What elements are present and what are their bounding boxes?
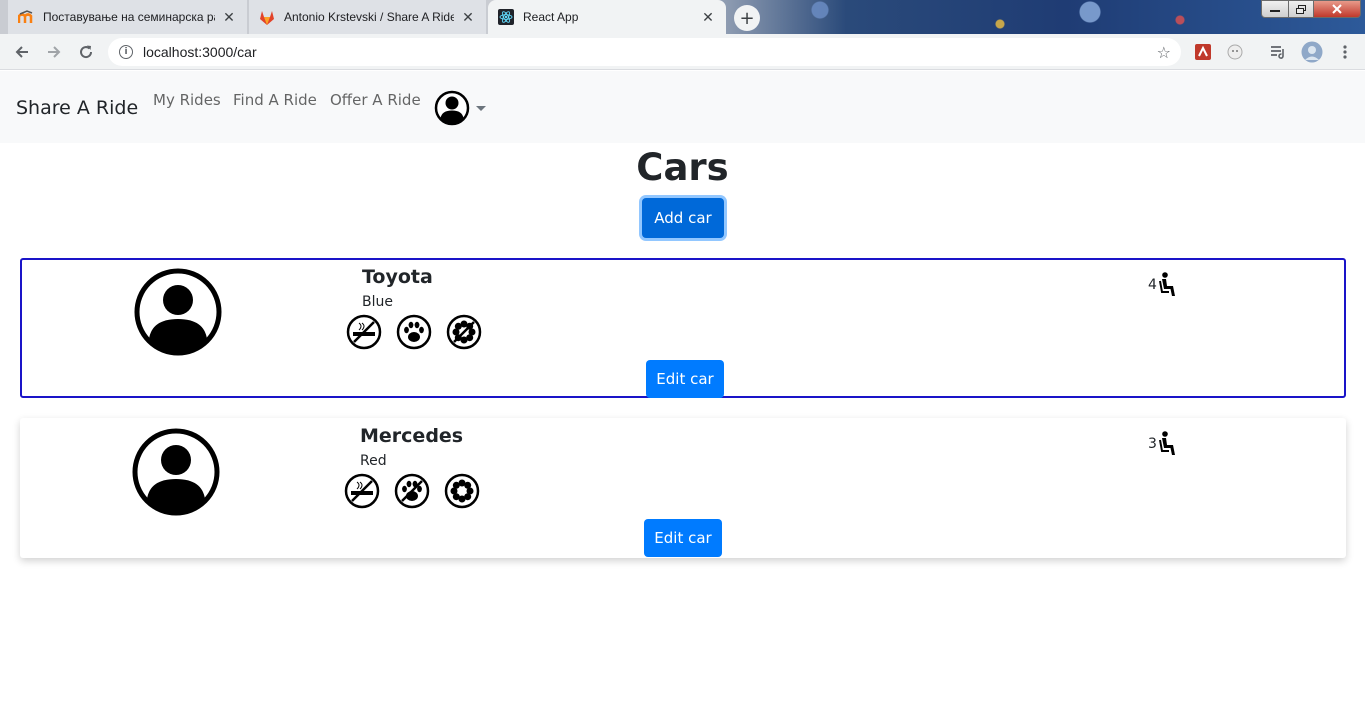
forward-arrow-icon [48, 46, 61, 58]
car-seats: 4 [1148, 272, 1179, 298]
restore-icon [1296, 4, 1306, 14]
close-icon [1332, 4, 1342, 14]
back-button[interactable] [12, 42, 32, 62]
car-name: Mercedes [360, 425, 464, 447]
app-navbar: Share A Ride My Rides Find A Ride Offer … [0, 71, 1365, 143]
seat-count: 3 [1148, 436, 1157, 452]
car-card[interactable]: Toyota Blue 4 Edit car [20, 258, 1346, 398]
navbar-brand[interactable]: Share A Ride [16, 97, 138, 119]
no-pets-icon [394, 473, 430, 509]
desktop-wallpaper [760, 0, 1260, 34]
seat-count: 4 [1148, 277, 1157, 293]
media-queue-icon[interactable] [1269, 43, 1287, 61]
url-text: localhost:3000/car [143, 44, 257, 60]
car-owner-avatar-icon [132, 428, 220, 516]
seat-icon [1158, 431, 1175, 455]
browser-toolbar: i localhost:3000/car ☆ [0, 34, 1365, 70]
user-dropdown-toggle[interactable] [434, 90, 486, 126]
flower-icon [444, 473, 480, 509]
browser-tab-strip: Поставување на семинарска ра ✕ Antonio K… [0, 0, 1365, 34]
window-close-button[interactable] [1313, 0, 1361, 18]
back-arrow-icon [15, 46, 28, 58]
no-smoking-icon [346, 314, 382, 350]
tab-title: Поставување на семинарска ра [43, 10, 215, 24]
gitlab-icon [259, 9, 275, 25]
no-flower-icon [446, 314, 482, 350]
new-tab-button[interactable]: + [734, 5, 760, 31]
browser-menu-icon[interactable] [1336, 43, 1354, 61]
chevron-down-icon [476, 105, 486, 111]
tab-close-icon[interactable]: ✕ [460, 9, 476, 26]
site-info-icon[interactable]: i [119, 45, 133, 59]
car-color: Blue [362, 294, 393, 310]
address-bar[interactable]: i localhost:3000/car ☆ [108, 38, 1181, 66]
nav-link-find-a-ride[interactable]: Find A Ride [233, 91, 317, 109]
pet-paw-icon [396, 314, 432, 350]
browser-tab-3[interactable]: React App ✕ [488, 0, 726, 34]
react-icon [498, 9, 514, 25]
tab-close-icon[interactable]: ✕ [221, 9, 237, 26]
tab-close-icon[interactable]: ✕ [700, 9, 716, 26]
window-restore-button[interactable] [1288, 0, 1314, 18]
car-color: Red [360, 453, 387, 469]
car-preferences [346, 314, 496, 350]
extension-red-icon[interactable] [1194, 43, 1212, 61]
tab-title: React App [523, 10, 579, 24]
forward-button[interactable] [44, 42, 64, 62]
bookmark-star-icon[interactable]: ☆ [1157, 43, 1171, 62]
browser-tab-2[interactable]: Antonio Krstevski / Share A Ride ✕ [249, 0, 486, 34]
car-preferences [344, 473, 494, 509]
profile-avatar[interactable] [1301, 41, 1323, 63]
page-title: Cars [636, 146, 729, 189]
reload-icon [80, 45, 93, 59]
edit-car-button[interactable]: Edit car [644, 519, 722, 557]
window-minimize-button[interactable] [1261, 0, 1289, 18]
no-smoking-icon [344, 473, 380, 509]
add-car-button[interactable]: Add car [642, 198, 724, 238]
car-seats: 3 [1148, 431, 1179, 457]
reload-button[interactable] [76, 42, 96, 62]
nav-link-offer-a-ride[interactable]: Offer A Ride [330, 91, 421, 109]
user-circle-icon [434, 90, 470, 126]
minimize-icon [1270, 10, 1280, 12]
tab-title: Antonio Krstevski / Share A Ride [284, 10, 454, 24]
seat-icon [1158, 272, 1175, 296]
moodle-icon [18, 9, 34, 25]
edit-car-button[interactable]: Edit car [646, 360, 724, 398]
nav-link-my-rides[interactable]: My Rides [153, 91, 221, 109]
browser-tab-1[interactable]: Поставување на семинарска ра ✕ [8, 0, 247, 34]
car-owner-avatar-icon [134, 268, 222, 356]
car-card[interactable]: Mercedes Red 3 Edit car [20, 418, 1346, 558]
car-name: Toyota [362, 266, 433, 288]
extension-face-icon[interactable] [1226, 43, 1244, 61]
